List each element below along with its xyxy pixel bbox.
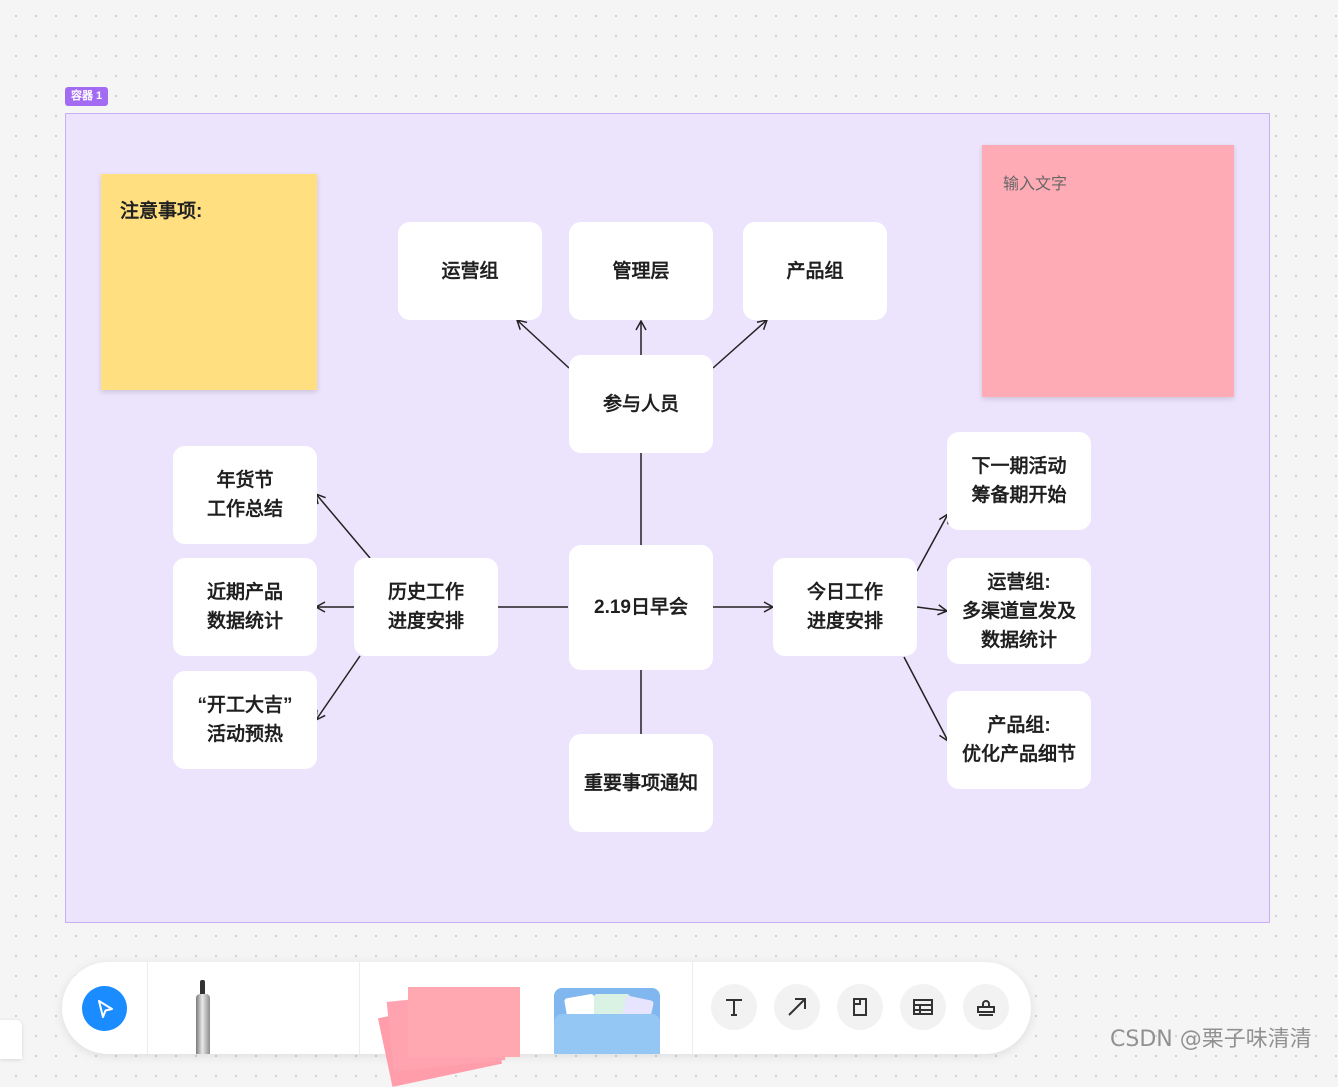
arrow-today-next xyxy=(916,512,949,572)
arrow-participants-ops xyxy=(515,318,570,369)
arrow-history-summary xyxy=(315,492,371,559)
folder-front-icon xyxy=(554,1014,660,1054)
node-center-topic[interactable]: 2.19日早会 xyxy=(569,545,713,670)
side-panel-toggle-icon[interactable] xyxy=(0,1020,22,1059)
node-participants[interactable]: 参与人员 xyxy=(569,355,713,453)
material-folder-tool[interactable] xyxy=(554,988,660,1054)
pen-tool[interactable] xyxy=(196,980,210,1054)
shape-tool-button[interactable] xyxy=(837,984,883,1030)
node-new-year-summary[interactable]: 年货节 工作总结 xyxy=(173,446,317,544)
cursor-icon xyxy=(97,999,113,1018)
node-ops-task[interactable]: 运营组: 多渠道宣发及 数据统计 xyxy=(947,558,1091,664)
table-icon xyxy=(913,999,933,1015)
sticky-stack-front-icon xyxy=(408,987,520,1057)
arrow-participants-product xyxy=(712,318,769,369)
select-tool-button[interactable] xyxy=(82,986,127,1031)
sticky-note-tool[interactable] xyxy=(377,984,524,1087)
toolbar-divider xyxy=(359,962,360,1054)
text-icon xyxy=(726,999,742,1016)
arrow-today-ops xyxy=(916,604,949,616)
arrow-tool-button[interactable] xyxy=(774,984,820,1030)
node-today-work[interactable]: 今日工作 进度安排 xyxy=(773,558,917,656)
node-recent-product-stats[interactable]: 近期产品 数据统计 xyxy=(173,558,317,656)
node-ops-group[interactable]: 运营组 xyxy=(398,222,542,320)
node-history-work[interactable]: 历史工作 进度安排 xyxy=(354,558,498,656)
table-tool-button[interactable] xyxy=(900,984,946,1030)
node-product-group[interactable]: 产品组 xyxy=(743,222,887,320)
arrow-today-product xyxy=(903,656,950,743)
stamp-tool-button[interactable] xyxy=(963,984,1009,1030)
arrow-history-kickoff xyxy=(315,655,361,722)
watermark: CSDN @栗子味清清 xyxy=(1110,1027,1312,1052)
shape-icon xyxy=(853,998,867,1016)
node-kickoff-warmup[interactable]: “开工大吉” 活动预热 xyxy=(173,671,317,769)
toolbar-divider xyxy=(147,962,148,1054)
stamp-icon xyxy=(977,1000,995,1016)
text-tool-button[interactable] xyxy=(711,984,757,1030)
pen-body-icon xyxy=(196,994,210,1054)
node-notice[interactable]: 重要事项通知 xyxy=(569,734,713,832)
arrow-icon xyxy=(788,998,806,1016)
node-product-task[interactable]: 产品组: 优化产品细节 xyxy=(947,691,1091,789)
toolbar-divider xyxy=(692,962,693,1054)
node-next-activity[interactable]: 下一期活动 筹备期开始 xyxy=(947,432,1091,530)
bottom-toolbar xyxy=(62,962,1031,1087)
node-management[interactable]: 管理层 xyxy=(569,222,713,320)
